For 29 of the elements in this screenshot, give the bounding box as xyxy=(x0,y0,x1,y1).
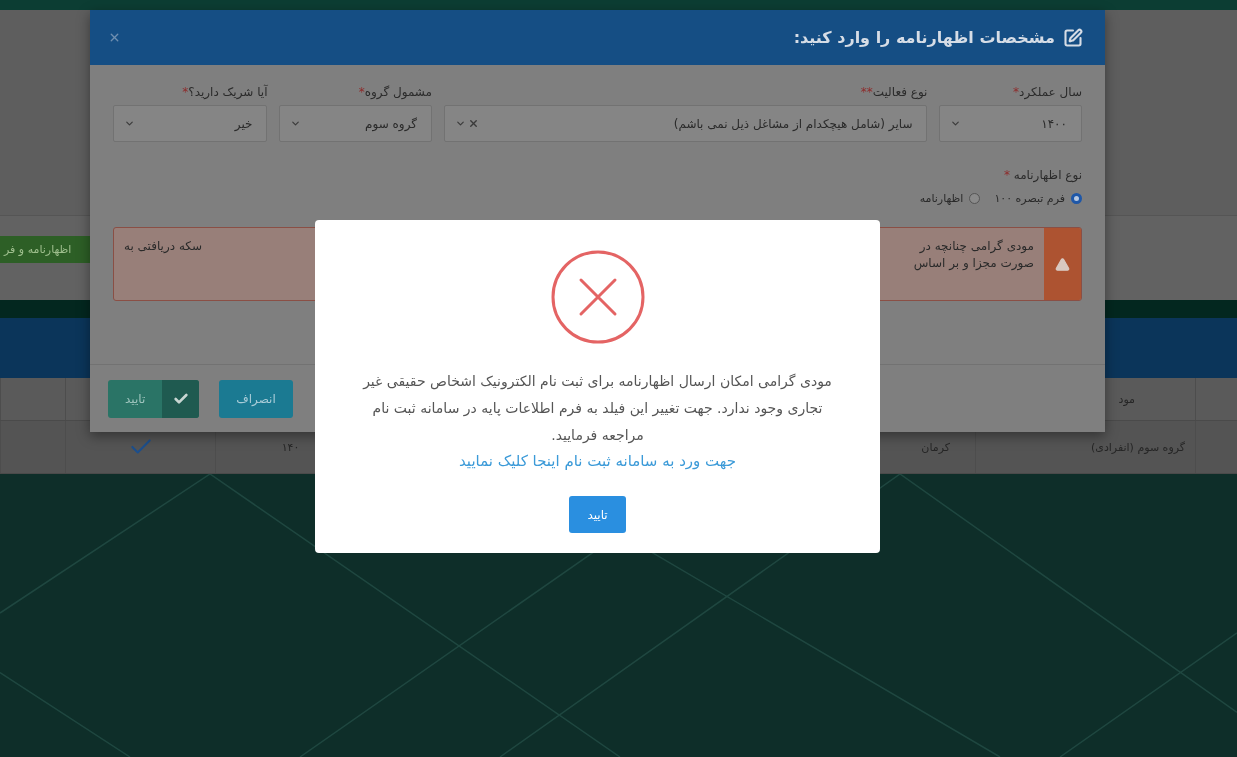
field-label: نوع اظهارنامه * xyxy=(1002,168,1082,182)
edit-icon xyxy=(1063,27,1083,48)
modal-title: مشخصات اظهارنامه را وارد کنید: xyxy=(793,28,1055,47)
chevron-icon xyxy=(290,118,302,129)
select-field[interactable]: ۱۴۰۰ xyxy=(939,105,1082,142)
warning-text: مودی گرامی چنانچه در صورت مجزا و بر اساس xyxy=(913,238,1034,273)
field-label: آیا شریک دارید؟* xyxy=(181,85,268,99)
radio-option[interactable]: فرم تبصره ۱۰۰ xyxy=(994,192,1082,205)
chevron-icon xyxy=(950,118,962,129)
chevron-icon xyxy=(124,118,135,129)
register-link[interactable]: جهت ورد به سامانه ثبت نام اینجا کلیک نمایید xyxy=(459,449,737,474)
confirm-button[interactable]: تایید xyxy=(108,379,200,418)
warning-text: سکه دریافتی به xyxy=(124,238,202,255)
select-field[interactable]: خیر xyxy=(113,105,268,142)
chevron-icon xyxy=(455,118,466,129)
cancel-button[interactable]: انصراف xyxy=(219,379,293,418)
error-icon xyxy=(550,250,645,344)
alert-message: مودی گرامی امکان ارسال اظهارنامه برای ثبت نام الکترونیک اشخاص حقیقی غیر تجاری وجود ندارد. جهت تغییر این فیلد به فرم اطلاعات پایه در سامانه ثبت نام مراجعه فرمایید. xyxy=(362,372,833,446)
warning-icon xyxy=(1055,256,1070,272)
field-label: سال عملکرد* xyxy=(1012,85,1082,99)
clear-icon[interactable] xyxy=(468,118,479,129)
close-icon[interactable] xyxy=(108,31,121,44)
select-field[interactable]: سایر (شامل هیچکدام از مشاغل ذیل نمی باشم) xyxy=(444,105,928,142)
field-label: مشمول گروه* xyxy=(357,85,432,99)
radio-option[interactable]: اظهارنامه xyxy=(919,192,981,205)
select-field[interactable]: گروه سوم xyxy=(279,105,432,142)
side-button[interactable]: اظهارنامه و فر xyxy=(0,236,90,263)
field-label: نوع فعالیت** xyxy=(859,85,928,99)
ok-button[interactable]: تایید xyxy=(569,496,626,533)
